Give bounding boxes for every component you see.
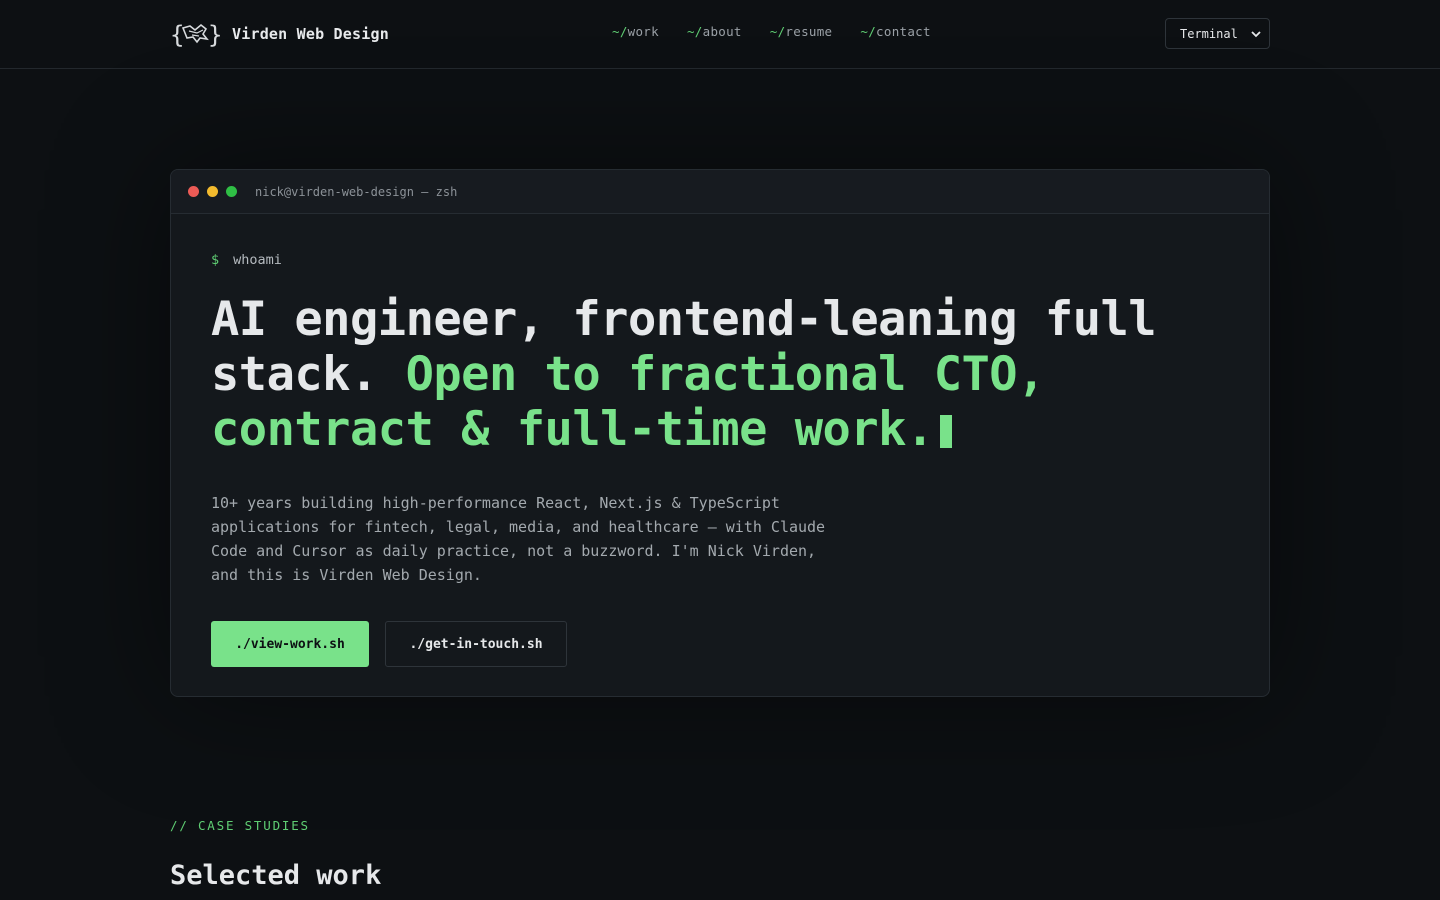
svg-text:{: { [170, 21, 184, 49]
nav-label: resume [785, 24, 833, 39]
terminal-body: $ whoami AI engineer, frontend-leaning f… [211, 252, 1229, 667]
nav-prefix: ~/ [612, 24, 628, 39]
nav-prefix: ~/ [860, 24, 877, 39]
maximize-window-dot [226, 186, 237, 197]
chevron-down-icon [1251, 31, 1261, 38]
top-navigation-bar: { } Virden Web Design ~/work ~/about ~/r… [0, 0, 1440, 69]
section-title: Selected work [170, 860, 382, 891]
theme-select[interactable]: Terminal [1165, 18, 1270, 49]
hero-description: 10+ years building high-performance Reac… [211, 494, 826, 584]
prompt-command: whoami [233, 252, 282, 268]
hero-headline: AI engineer, frontend-leaning full stack… [211, 292, 1241, 457]
view-work-button[interactable]: ./view-work.sh [211, 621, 369, 667]
theme-select-value: Terminal [1180, 26, 1238, 41]
nav-prefix: ~/ [686, 24, 703, 39]
section-kicker: // CASE STUDIES [170, 818, 310, 833]
nav-link-work[interactable]: ~/work [612, 24, 659, 39]
get-in-touch-button[interactable]: ./get-in-touch.sh [385, 621, 567, 667]
brand-link[interactable]: { } Virden Web Design [170, 18, 389, 50]
svg-text:}: } [208, 21, 222, 49]
blinking-cursor [939, 415, 952, 448]
terminal-window: nick@virden-web-design — zsh $ whoami AI… [170, 169, 1270, 697]
curly-brace-bird-logo-icon: { } [170, 21, 222, 49]
nav-link-contact[interactable]: ~/contact [860, 24, 930, 39]
nav-link-about[interactable]: ~/about [687, 24, 742, 39]
minimize-window-dot [207, 186, 218, 197]
nav-link-resume[interactable]: ~/resume [770, 24, 833, 39]
terminal-prompt: $ whoami [211, 252, 1229, 268]
terminal-titlebar: nick@virden-web-design — zsh [171, 170, 1269, 214]
nav-prefix: ~/ [769, 24, 786, 39]
brand-name: Virden Web Design [232, 25, 389, 43]
nav-label: work [627, 24, 659, 39]
main-nav: ~/work ~/about ~/resume ~/contact [612, 24, 931, 39]
nav-label: about [702, 24, 742, 39]
hero-actions: ./view-work.sh ./get-in-touch.sh [211, 621, 1229, 667]
terminal-title: nick@virden-web-design — zsh [255, 184, 458, 199]
nav-label: contact [876, 24, 931, 39]
prompt-sigil: $ [211, 252, 220, 268]
close-window-dot [188, 186, 199, 197]
